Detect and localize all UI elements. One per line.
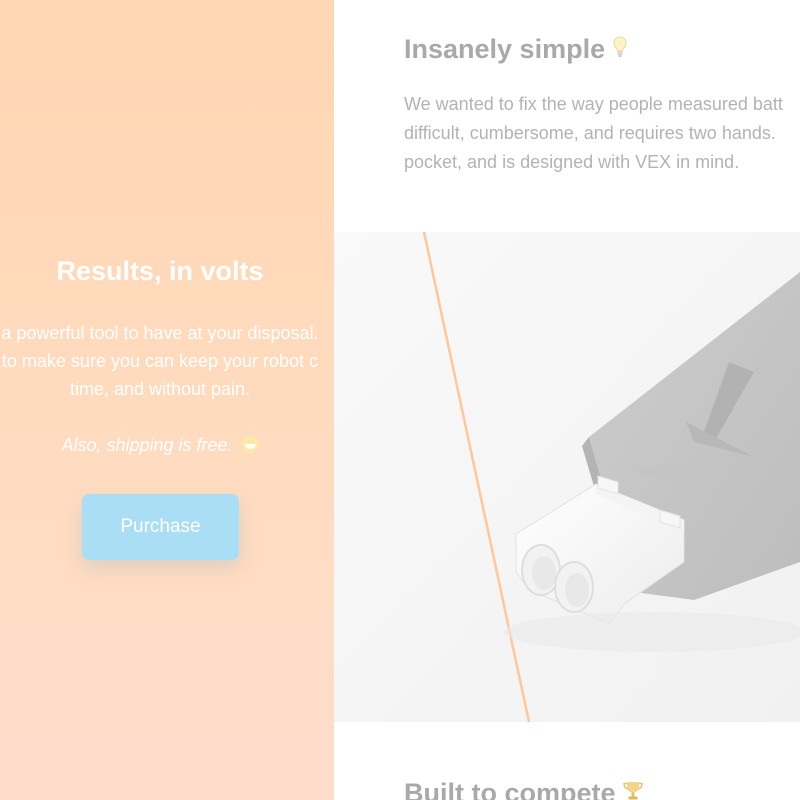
- insanely-simple-line-3: pocket, and is designed with VEX in mind…: [404, 152, 740, 172]
- results-description: a powerful tool to have at your disposal…: [0, 319, 334, 403]
- trophy-icon: [622, 782, 643, 800]
- shipping-note: Also, shipping is free.: [0, 431, 334, 459]
- lightbulb-icon: [613, 36, 627, 58]
- results-description-line-3: time, and without pain.: [69, 379, 251, 399]
- results-description-line-1: a powerful tool to have at your disposal…: [1, 323, 319, 343]
- page: Results, in volts a powerful tool to hav…: [0, 0, 800, 800]
- insanely-simple-heading: Insanely simple: [404, 34, 627, 65]
- purchase-button[interactable]: Purchase: [82, 494, 239, 560]
- purchase-panel-content: Results, in volts a powerful tool to hav…: [0, 250, 334, 459]
- built-to-compete-heading: Built to compete: [404, 778, 644, 800]
- insanely-simple-description: We wanted to fix the way people measured…: [404, 90, 800, 177]
- features-panel: Insanely simple We wanted to fix the way…: [334, 0, 800, 800]
- purchase-panel: Results, in volts a powerful tool to hav…: [0, 0, 334, 800]
- built-to-compete-heading-text: Built to compete: [404, 778, 616, 800]
- insanely-simple-line-1: We wanted to fix the way people measured…: [404, 94, 783, 114]
- insanely-simple-heading-text: Insanely simple: [404, 34, 606, 64]
- insanely-simple-line-2: difficult, cumbersome, and requires two …: [404, 123, 776, 143]
- results-heading: Results, in volts: [56, 256, 264, 286]
- product-render: [334, 232, 800, 722]
- shipping-note-text: Also, shipping is free.: [61, 435, 233, 455]
- product-connector-image: [334, 232, 800, 722]
- grinning-face-icon: [241, 436, 259, 453]
- results-description-line-2: to make sure you can keep your robot c: [1, 351, 319, 371]
